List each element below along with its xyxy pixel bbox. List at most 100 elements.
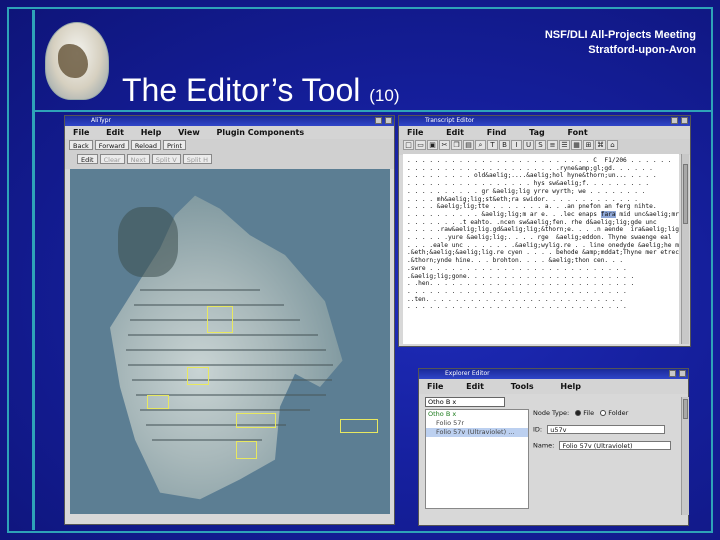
- split-h-button[interactable]: Split H: [182, 154, 213, 164]
- tree-root[interactable]: Otho B x: [426, 410, 528, 419]
- find-icon[interactable]: ⌕: [475, 140, 486, 150]
- menu-edit[interactable]: Edit: [106, 128, 124, 137]
- menu-help[interactable]: Help: [141, 128, 162, 137]
- split-v-button[interactable]: Split V: [151, 154, 181, 164]
- menu-file[interactable]: File: [427, 382, 443, 391]
- transcript-line: .swre . . . . . . . . . . . . . . . . . …: [407, 264, 627, 272]
- file-radio[interactable]: [575, 410, 582, 416]
- collection-dropdown[interactable]: Otho B x: [425, 397, 505, 407]
- transcript-line: . . . . . . . . . old&aelig;....&aelig;h…: [407, 172, 657, 180]
- tree-item-folio-57v[interactable]: Folio 57v (Ultraviolet) ...: [426, 428, 528, 437]
- back-button[interactable]: Back: [69, 140, 93, 150]
- italic-icon[interactable]: I: [511, 140, 522, 150]
- tree-item-folio-57r[interactable]: Folio 57r: [426, 419, 528, 428]
- image-viewer-titlebar[interactable]: AliTypr: [65, 116, 394, 126]
- transcript-line: ..ten. . . . . . . . . . . . . . . . . .…: [407, 295, 624, 303]
- transcript-line: .&eth;&aelig;&aelig;lig.re cyen . . . . …: [407, 249, 679, 257]
- transcript-editor-titlebar[interactable]: Transcript Editor: [399, 116, 690, 126]
- word-selection-box[interactable]: [236, 441, 257, 459]
- menu-edit[interactable]: Edit: [466, 382, 484, 391]
- explorer-scrollbar[interactable]: [681, 397, 689, 515]
- transcript-line: .&thorn;ynde hine. . . brohton. . . . &a…: [407, 257, 624, 265]
- reload-button[interactable]: Reload: [130, 140, 162, 150]
- word-selection-box[interactable]: [207, 306, 233, 333]
- id-label: ID:: [533, 425, 543, 434]
- explorer-editor-window: Explorer Editor File Edit Tools Help Oth…: [418, 368, 689, 526]
- manuscript-image-canvas[interactable]: [70, 169, 390, 514]
- id-field[interactable]: u57v: [547, 425, 666, 434]
- print-button[interactable]: Print: [163, 140, 186, 150]
- paste-icon[interactable]: ▤: [463, 140, 474, 150]
- slide-title-text: The Editor’s Tool: [122, 72, 361, 108]
- copy-icon[interactable]: ❐: [451, 140, 462, 150]
- explorer-scroll-thumb[interactable]: [683, 399, 688, 419]
- transcript-format-toolbar: □ ▭ ▣ ✂ ❐ ▤ ⌕ T B I U S ≡ ☰ ▦ ⊞ ⌘ ⌂: [399, 139, 690, 155]
- manuscript-text-line: [140, 289, 260, 291]
- highlighted-word[interactable]: fara: [600, 210, 616, 218]
- image-viewer-title: AliTypr: [91, 117, 111, 124]
- close-button[interactable]: [385, 117, 392, 124]
- image-viewer-nav-toolbar: Back Forward Reload Print: [65, 139, 394, 153]
- open-icon[interactable]: ▭: [415, 140, 426, 150]
- edit-button[interactable]: Edit: [77, 154, 98, 164]
- save-icon[interactable]: ▣: [427, 140, 438, 150]
- manuscript-text-line: [126, 349, 326, 351]
- table-icon[interactable]: ⊞: [583, 140, 594, 150]
- menu-file[interactable]: File: [407, 128, 423, 137]
- transcript-line: . . . . .raw&aelig;lig.gd&aelig;lig;&tho…: [407, 226, 679, 234]
- meeting-location: Stratford-upon-Avon: [588, 44, 696, 56]
- transcript-text-area[interactable]: . . . . . . . . . . . . . . . . . . . . …: [403, 154, 679, 344]
- transcript-scrollbar[interactable]: [681, 154, 689, 344]
- menu-edit[interactable]: Edit: [446, 128, 464, 137]
- explorer-editor-title: Explorer Editor: [445, 370, 490, 377]
- text-icon[interactable]: T: [487, 140, 498, 150]
- align-icon[interactable]: ≡: [547, 140, 558, 150]
- transcript-line: . . . . . . . . . . . . . . . . . . . . …: [407, 287, 627, 295]
- menu-plugin-components[interactable]: Plugin Components: [217, 128, 305, 137]
- node-properties-panel: Node Type: File Folder ID: u57v Name: Fo…: [533, 409, 685, 509]
- word-selection-box[interactable]: [340, 419, 378, 433]
- clear-button[interactable]: Clear: [99, 154, 125, 164]
- name-row: Name: Folio 57v (Ultraviolet): [533, 441, 672, 450]
- tag-icon[interactable]: ⌂: [607, 140, 618, 150]
- name-label: Name:: [533, 441, 555, 450]
- transcript-line: . . . . &aelig;lig;tte . . . . . . . a. …: [407, 203, 657, 211]
- word-selection-box[interactable]: [147, 395, 169, 409]
- menu-find[interactable]: Find: [487, 128, 507, 137]
- word-selection-box[interactable]: [236, 413, 276, 428]
- menu-view[interactable]: View: [178, 128, 200, 137]
- cut-icon[interactable]: ✂: [439, 140, 450, 150]
- transcript-line: . . . . . . . . . . . . . . . . . . . . …: [407, 157, 672, 164]
- folder-radio[interactable]: [600, 410, 607, 416]
- minimize-button[interactable]: [375, 117, 382, 124]
- menu-help[interactable]: Help: [560, 382, 581, 391]
- manuscript-text-line: [128, 334, 318, 336]
- bold-icon[interactable]: B: [499, 140, 510, 150]
- underline-icon[interactable]: U: [523, 140, 534, 150]
- transcript-line: . .hen. . . . . . . . . . . . . . . . . …: [407, 280, 635, 288]
- list-icon[interactable]: ☰: [559, 140, 570, 150]
- minimize-button[interactable]: [671, 117, 678, 124]
- next-button[interactable]: Next: [126, 154, 150, 164]
- strike-icon[interactable]: S: [535, 140, 546, 150]
- menu-tag[interactable]: Tag: [529, 128, 545, 137]
- menu-tools[interactable]: Tools: [511, 382, 534, 391]
- image-icon[interactable]: ▦: [571, 140, 582, 150]
- word-selection-box[interactable]: [187, 367, 209, 385]
- link-icon[interactable]: ⌘: [595, 140, 606, 150]
- manuscript-text-line: [140, 409, 310, 411]
- explorer-editor-titlebar[interactable]: Explorer Editor: [419, 369, 688, 379]
- transcript-scroll-thumb[interactable]: [683, 164, 688, 224]
- forward-button[interactable]: Forward: [94, 140, 129, 150]
- manuscript-damage-area: [118, 207, 178, 277]
- transcript-line: . . . . . . . . . . . . . . . . . hys sw…: [407, 180, 650, 188]
- transcript-editor-menubar: File Edit Find Tag Font: [399, 126, 690, 139]
- close-button[interactable]: [679, 370, 686, 377]
- explorer-editor-menubar: File Edit Tools Help: [419, 379, 688, 394]
- close-button[interactable]: [681, 117, 688, 124]
- name-field[interactable]: Folio 57v (Ultraviolet): [559, 441, 672, 450]
- menu-font[interactable]: Font: [568, 128, 588, 137]
- minimize-button[interactable]: [669, 370, 676, 377]
- menu-file[interactable]: File: [73, 128, 89, 137]
- new-icon[interactable]: □: [403, 140, 414, 150]
